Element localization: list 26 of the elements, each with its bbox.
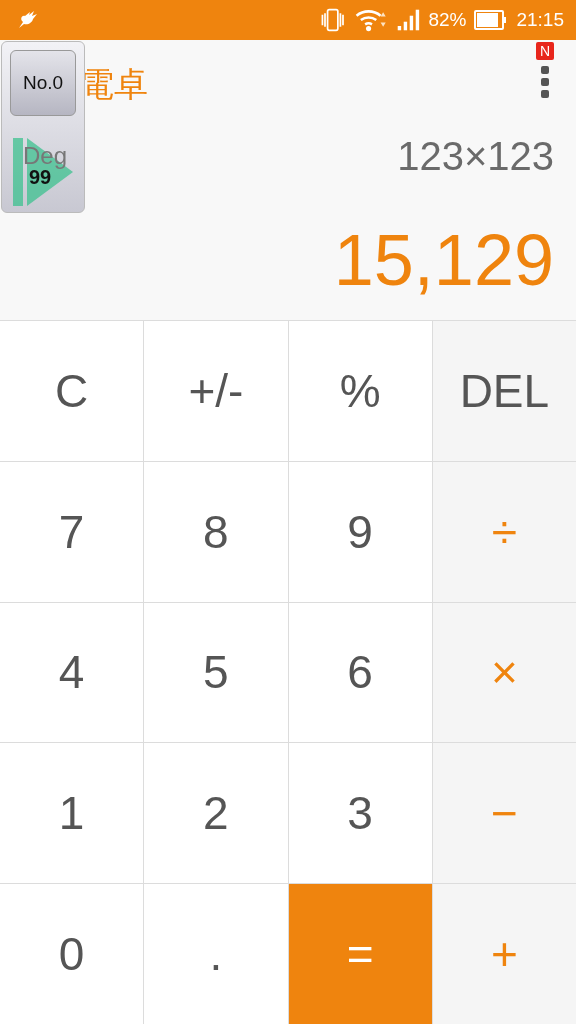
calculator-key[interactable]: DEL xyxy=(432,321,576,461)
calculator-key[interactable]: +/- xyxy=(144,321,288,461)
expression: 123×123 xyxy=(397,134,554,179)
wifi-icon xyxy=(354,8,389,32)
battery-icon xyxy=(474,8,509,32)
calculator-key[interactable]: . xyxy=(144,884,288,1024)
calculator-key[interactable]: 7 xyxy=(0,461,144,602)
calculator-key[interactable]: 2 xyxy=(144,743,288,884)
result: 15,129 xyxy=(333,219,554,301)
calculator-key[interactable]: 4 xyxy=(0,602,144,743)
calculator-key[interactable]: 3 xyxy=(288,743,432,884)
calculator-key[interactable]: 6 xyxy=(288,602,432,743)
signal-icon xyxy=(396,8,421,32)
calculator-key[interactable]: 1 xyxy=(0,743,144,884)
counter-button[interactable]: No.0 xyxy=(10,50,76,116)
calculator-key[interactable]: 9 xyxy=(288,461,432,602)
calculator-key[interactable]: 8 xyxy=(144,461,288,602)
battery-percent: 82% xyxy=(428,9,467,31)
calculator-key[interactable]: % xyxy=(288,321,432,461)
clock: 21:15 xyxy=(516,9,564,31)
calculator-key[interactable]: 5 xyxy=(144,602,288,743)
calculator-key[interactable]: C xyxy=(0,321,144,461)
notification-badge: N xyxy=(535,42,554,60)
bird-icon xyxy=(16,10,40,30)
calculator-key[interactable]: 0 xyxy=(0,884,144,1024)
count-label: 99 xyxy=(29,166,52,189)
